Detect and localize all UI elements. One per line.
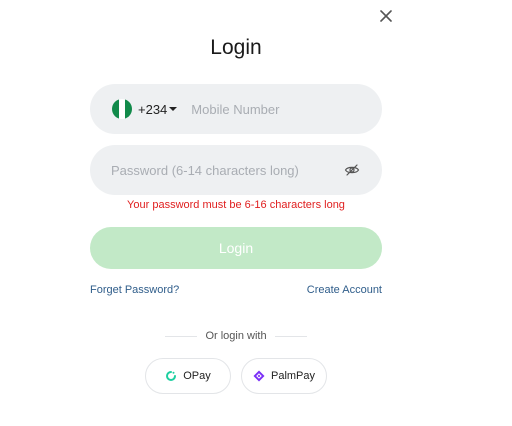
password-field: [90, 145, 382, 195]
palmpay-icon: [253, 370, 265, 382]
opay-icon: [166, 371, 177, 381]
close-button[interactable]: [376, 6, 396, 26]
mobile-number-input[interactable]: [191, 101, 352, 117]
country-code-select[interactable]: +234: [138, 101, 178, 117]
opay-login-button[interactable]: OPay: [145, 358, 231, 394]
password-error-message: Your password must be 6-16 characters lo…: [127, 199, 345, 211]
nigeria-flag-icon: [112, 99, 132, 119]
divider-text: Or login with: [205, 330, 267, 342]
create-account-link[interactable]: Create Account: [307, 284, 382, 296]
phone-field: +234: [90, 84, 382, 134]
password-input[interactable]: [111, 162, 341, 178]
opay-label: OPay: [183, 370, 211, 382]
country-code-label: +234: [138, 101, 168, 117]
eye-off-icon[interactable]: [344, 162, 360, 178]
close-icon: [380, 10, 392, 22]
divider-line-right: [274, 335, 308, 337]
forget-password-link[interactable]: Forget Password?: [90, 284, 179, 296]
page-title: Login: [210, 36, 262, 59]
palmpay-label: PalmPay: [270, 370, 316, 382]
chevron-down-icon: [169, 107, 178, 111]
divider-line-left: [165, 335, 198, 337]
palmpay-login-button[interactable]: PalmPay: [241, 358, 327, 394]
login-button[interactable]: Login: [90, 227, 382, 269]
social-divider: Or login with: [165, 330, 308, 342]
